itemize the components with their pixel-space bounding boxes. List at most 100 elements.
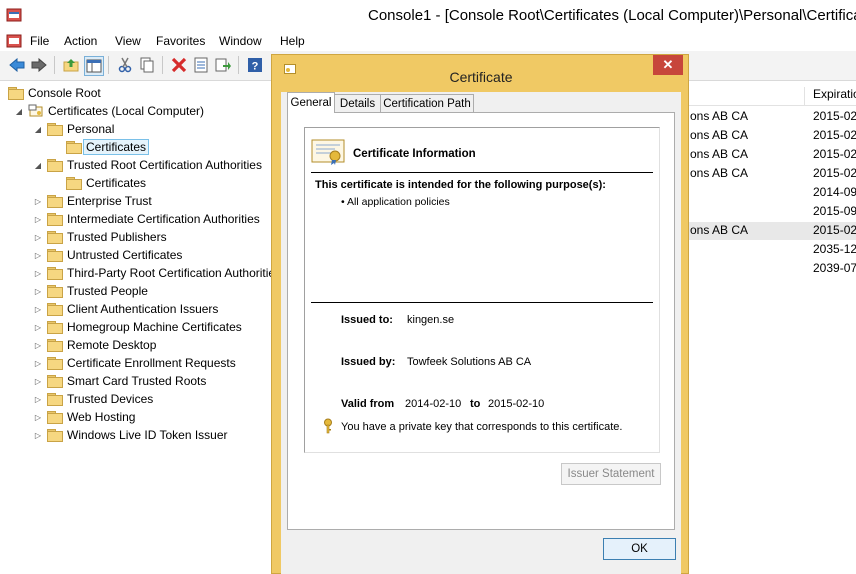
window-title: Console1 - [Console Root\Certificates (L… xyxy=(368,7,856,24)
list-cell-issued-by[interactable]: ons AB CA xyxy=(690,147,748,161)
collapse-arrow-icon[interactable]: ◢ xyxy=(33,124,43,134)
tree-node[interactable]: ▷ Remote Desktop xyxy=(33,336,156,354)
list-cell-expiration[interactable]: 2015-02- xyxy=(813,128,856,142)
list-cell-expiration[interactable]: 2035-12- xyxy=(813,242,856,256)
tree-node-label: Certificates xyxy=(86,176,147,190)
tree-node[interactable]: ▷ Trusted Publishers xyxy=(33,228,167,246)
tree-node[interactable]: ▷ Smart Card Trusted Roots xyxy=(33,372,206,390)
tree-node[interactable]: ▷ Windows Live ID Token Issuer xyxy=(33,426,228,444)
tree-node-label: Personal xyxy=(67,122,115,136)
main-titlebar: Console1 - [Console Root\Certificates (L… xyxy=(0,0,856,31)
folder-icon xyxy=(66,141,82,154)
expand-arrow-icon[interactable]: ▷ xyxy=(33,232,43,242)
tree-node[interactable]: ▷ Homegroup Machine Certificates xyxy=(33,318,242,336)
tree-node[interactable]: ▷ Web Hosting xyxy=(33,408,135,426)
tree-node[interactable]: ▷ Trusted People xyxy=(33,282,148,300)
properties-button[interactable] xyxy=(192,56,210,74)
tree-node[interactable]: ◢ Certificates (Local Computer) xyxy=(14,102,204,120)
expand-arrow-icon[interactable]: ▷ xyxy=(33,196,43,206)
tree-node[interactable]: ▷ Third-Party Root Certification Authorit… xyxy=(33,264,272,282)
collapse-arrow-icon[interactable]: ◢ xyxy=(14,106,24,116)
back-button[interactable] xyxy=(8,56,26,74)
expand-arrow-icon[interactable]: ▷ xyxy=(33,358,43,368)
issued-by-label: Issued by: xyxy=(341,356,396,368)
console-menu-icon[interactable] xyxy=(6,33,22,49)
expand-arrow-icon[interactable]: ▷ xyxy=(33,304,43,314)
dialog-close-button[interactable]: ✕ xyxy=(653,55,683,75)
expand-arrow-icon[interactable]: ▷ xyxy=(33,268,43,278)
mmc-app-icon[interactable] xyxy=(6,7,22,23)
menu-window[interactable]: Window xyxy=(219,34,262,48)
tree-node[interactable]: Console Root xyxy=(8,84,101,102)
menu-action[interactable]: Action xyxy=(64,34,97,48)
list-cell-expiration[interactable]: 2015-02- xyxy=(813,109,856,123)
folder-icon xyxy=(47,321,63,334)
certificate-dialog: Certificate ✕ General Details Certificat… xyxy=(271,54,689,574)
menu-help[interactable]: Help xyxy=(280,34,305,48)
help-button[interactable]: ? xyxy=(246,56,264,74)
list-cell-expiration[interactable]: 2015-02- xyxy=(813,147,856,161)
back-arrow-icon xyxy=(9,58,25,72)
tree-node[interactable]: Certificates xyxy=(52,138,150,156)
expand-arrow-icon[interactable]: ▷ xyxy=(33,412,43,422)
menu-view[interactable]: View xyxy=(115,34,141,48)
tree-node-label: Trusted Devices xyxy=(67,392,154,406)
console-root-folder-icon xyxy=(8,87,24,100)
forward-button[interactable] xyxy=(30,56,48,74)
divider xyxy=(311,302,653,303)
tree-node-label: Trusted Publishers xyxy=(67,230,167,244)
menu-favorites[interactable]: Favorites xyxy=(156,34,205,48)
list-cell-issued-by[interactable]: ons AB CA xyxy=(690,166,748,180)
tree-node[interactable]: ▷ Untrusted Certificates xyxy=(33,246,182,264)
tree-node-label: Console Root xyxy=(28,86,101,100)
list-cell-issued-by[interactable]: ons AB CA xyxy=(690,109,748,123)
list-cell-issued-by[interactable]: ons AB CA xyxy=(690,223,748,237)
tree-node-label: Client Authentication Issuers xyxy=(67,302,219,316)
expand-arrow-icon[interactable]: ▷ xyxy=(33,340,43,350)
certificate-list: Expiratio ons AB CA 2015-02- ons AB CA 2015… xyxy=(678,81,856,574)
copy-button[interactable] xyxy=(138,56,156,74)
expand-arrow-icon[interactable]: ▷ xyxy=(33,394,43,404)
show-hide-tree-button[interactable] xyxy=(84,56,104,76)
expand-arrow-icon[interactable]: ▷ xyxy=(33,250,43,260)
delete-button[interactable] xyxy=(170,56,188,74)
export-list-button[interactable] xyxy=(214,56,232,74)
cut-button[interactable] xyxy=(116,56,134,74)
expand-arrow-icon[interactable]: ▷ xyxy=(33,376,43,386)
list-cell-expiration[interactable]: 2015-09- xyxy=(813,204,856,218)
issuer-statement-button[interactable]: Issuer Statement xyxy=(561,463,661,485)
collapse-arrow-icon[interactable]: ◢ xyxy=(33,160,43,170)
tree-node[interactable]: Certificates xyxy=(52,174,146,192)
tree-node[interactable]: ▷ Enterprise Trust xyxy=(33,192,152,210)
tree-node[interactable]: ◢ Personal xyxy=(33,120,114,138)
dialog-title: Certificate xyxy=(449,69,513,85)
tree-node-label: Trusted Root Certification Authorities xyxy=(67,158,262,172)
column-header-expiration[interactable]: Expiratio xyxy=(804,87,856,105)
ok-button[interactable]: OK xyxy=(603,538,676,560)
list-cell-expiration[interactable]: 2014-09- xyxy=(813,185,856,199)
folder-icon xyxy=(47,303,63,316)
tab-certification-path[interactable]: Certification Path xyxy=(380,94,474,113)
issued-to-label: Issued to: xyxy=(341,314,393,326)
purpose-heading: This certificate is intended for the fol… xyxy=(315,179,606,191)
list-cell-expiration[interactable]: 2015-02- xyxy=(813,223,856,237)
tree-node[interactable]: ▷ Certificate Enrollment Requests xyxy=(33,354,236,372)
tree-node-label: Homegroup Machine Certificates xyxy=(67,320,242,334)
tree-node[interactable]: ▷ Intermediate Certification Authorities xyxy=(33,210,260,228)
list-cell-expiration[interactable]: 2015-02- xyxy=(813,166,856,180)
tab-general[interactable]: General xyxy=(287,92,335,113)
list-cell-issued-by[interactable]: ons AB CA xyxy=(690,128,748,142)
expand-arrow-icon[interactable]: ▷ xyxy=(33,430,43,440)
expand-arrow-icon[interactable]: ▷ xyxy=(33,322,43,332)
tree-node[interactable]: ▷ Client Authentication Issuers xyxy=(33,300,218,318)
tree-node[interactable]: ◢ Trusted Root Certification Authorities xyxy=(33,156,262,174)
tab-details[interactable]: Details xyxy=(334,94,381,113)
expand-arrow-icon[interactable]: ▷ xyxy=(33,214,43,224)
expand-arrow-icon[interactable]: ▷ xyxy=(33,286,43,296)
close-icon: ✕ xyxy=(662,57,674,72)
valid-from-label: Valid from xyxy=(341,398,395,410)
tree-node[interactable]: ▷ Trusted Devices xyxy=(33,390,153,408)
up-level-button[interactable] xyxy=(62,56,80,74)
list-cell-expiration[interactable]: 2039-07- xyxy=(813,261,856,275)
menu-file[interactable]: File xyxy=(30,34,49,48)
